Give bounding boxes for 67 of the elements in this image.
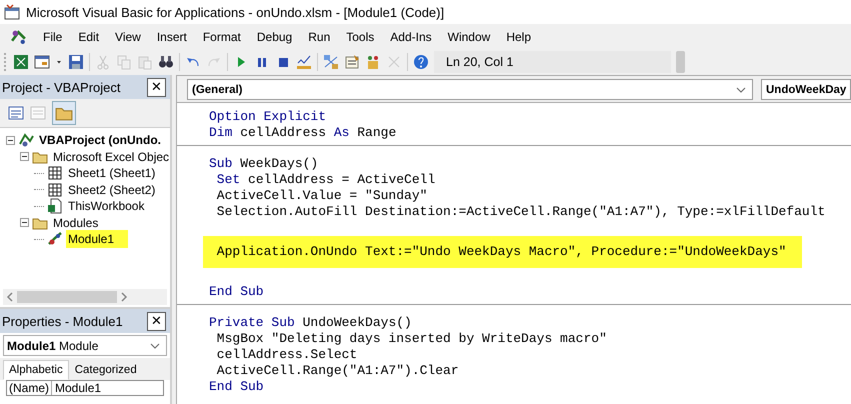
- tree-item[interactable]: Modules: [51, 216, 100, 230]
- window-title: Microsoft Visual Basic for Applications - onUndo.xlsm - [Module1 (Code)]: [26, 4, 444, 20]
- tree-item[interactable]: Sheet2 (Sheet2): [66, 182, 158, 197]
- help-icon[interactable]: [413, 54, 429, 70]
- property-name: (Name): [7, 381, 52, 395]
- project-icon: [18, 132, 34, 148]
- workbook-icon: [47, 198, 63, 214]
- expander-toggle[interactable]: [6, 136, 15, 145]
- close-button[interactable]: ✕: [147, 312, 166, 330]
- panel-title: Properties - Module1: [2, 314, 123, 328]
- properties-tab[interactable]: Categorized: [68, 360, 143, 380]
- chevron-down-icon: [150, 342, 160, 348]
- toggle-folders-button[interactable]: [52, 101, 76, 125]
- code-line: ActiveCell.Range("A1:A7").Clear: [216, 363, 460, 379]
- sheet-icon: [47, 182, 63, 198]
- binoculars-icon[interactable]: [158, 54, 174, 70]
- code-line: End Sub: [209, 284, 265, 300]
- menu-item[interactable]: Run: [300, 30, 338, 44]
- tree-item[interactable]: Module1: [66, 230, 128, 248]
- object-dropdown[interactable]: (General): [187, 79, 753, 100]
- procedure-dropdown[interactable]: UndoWeekDay: [761, 79, 851, 100]
- menu-item[interactable]: Help: [498, 30, 539, 44]
- menu-item[interactable]: Insert: [148, 30, 195, 44]
- code-line: Private Sub UndoWeekDays(): [209, 315, 413, 331]
- chevron-down-icon: [736, 86, 746, 92]
- close-button[interactable]: ✕: [147, 78, 166, 96]
- code-line: Sub WeekDays(): [209, 156, 320, 172]
- properties-tab[interactable]: Alphabetic: [3, 360, 69, 380]
- cursor-position: Ln 20, Col 1: [434, 51, 671, 73]
- code-line: MsgBox "Deleting days inserted by WriteDays macro": [216, 331, 608, 347]
- tree-item[interactable]: Sheet1 (Sheet1): [66, 166, 158, 180]
- sheet-icon: [47, 165, 63, 182]
- menu-item[interactable]: Add-Ins: [382, 30, 440, 44]
- form-icon[interactable]: [34, 54, 50, 70]
- horizontal-scrollbar[interactable]: [3, 289, 167, 305]
- expander-toggle[interactable]: [20, 152, 29, 162]
- menu-item[interactable]: Edit: [70, 30, 108, 44]
- code-line: ActiveCell.Value = "Sunday": [216, 188, 428, 204]
- code-line: Option Explicit: [209, 109, 328, 125]
- properties-icon[interactable]: [344, 54, 360, 70]
- object-dropdown[interactable]: Module1 Module: [3, 335, 167, 356]
- expander-toggle[interactable]: [20, 218, 29, 228]
- tree-item[interactable]: ThisWorkbook: [66, 199, 146, 214]
- menu-item[interactable]: Debug: [248, 30, 300, 44]
- save-icon[interactable]: [68, 54, 84, 70]
- menu-item[interactable]: View: [107, 30, 149, 44]
- excel-icon[interactable]: [13, 54, 29, 70]
- module-icon: [47, 231, 63, 248]
- code-line: Dim cellAddress As Range: [209, 125, 398, 141]
- code-line: Set cellAddress = ActiveCell: [216, 172, 436, 188]
- vba-icon: [10, 28, 27, 45]
- menu-item[interactable]: Format: [194, 30, 249, 44]
- code-line: cellAddress.Select: [216, 347, 358, 363]
- code-line: Selection.AutoFill Destination:=ActiveCell.Range("A1:A7"), Type:=xlFillDefault: [216, 204, 826, 220]
- menu-item[interactable]: File: [35, 30, 70, 44]
- menu-item[interactable]: Window: [440, 30, 498, 44]
- tree-item[interactable]: VBAProject (onUndo.: [37, 133, 163, 148]
- menu-item[interactable]: Tools: [338, 30, 382, 44]
- view-code-icon[interactable]: [8, 105, 24, 121]
- code-line: End Sub: [209, 379, 265, 395]
- panel-title: Project - VBAProject: [2, 80, 120, 94]
- object-browser-icon[interactable]: [365, 54, 381, 70]
- ruler-pencil-icon[interactable]: [296, 54, 312, 70]
- property-value[interactable]: Module1: [52, 381, 102, 395]
- project-explorer-icon[interactable]: [323, 54, 339, 70]
- app-icon: [4, 4, 20, 20]
- tree-item[interactable]: Microsoft Excel Objec: [51, 150, 170, 164]
